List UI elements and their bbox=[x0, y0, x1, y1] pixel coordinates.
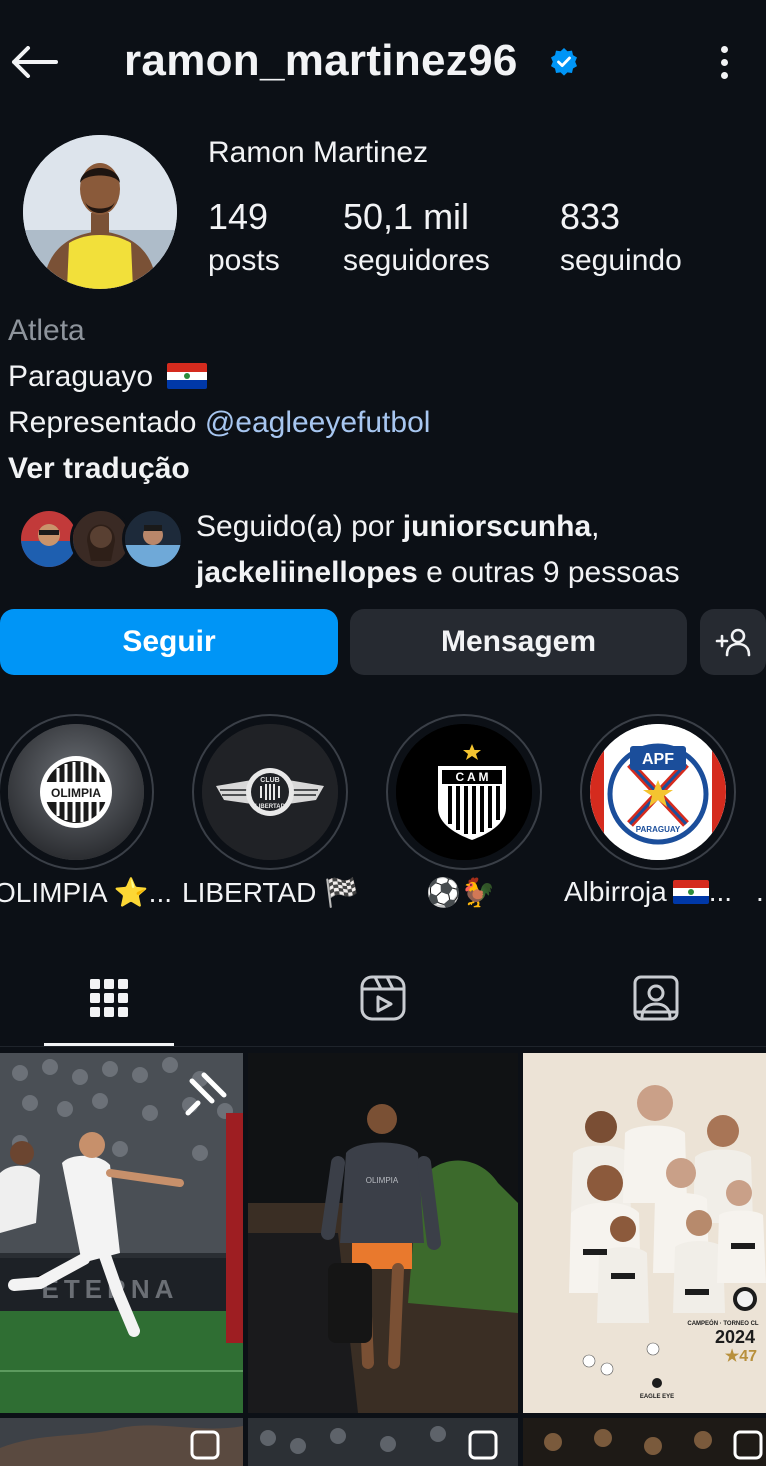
highlight-label: LIBERTAD 🏁 bbox=[182, 877, 359, 908]
message-button[interactable]: Mensagem bbox=[350, 609, 687, 675]
post-image bbox=[248, 1418, 518, 1466]
grid-icon bbox=[90, 979, 128, 1017]
libertad-logo: CLUB LIBERTAD bbox=[202, 724, 338, 860]
followed-by-suffix: e outras 9 pessoas bbox=[417, 556, 680, 589]
verified-badge-icon bbox=[551, 48, 577, 76]
tagged-person-icon bbox=[633, 975, 679, 1021]
top-bar: ramon_martinez96 bbox=[0, 20, 766, 104]
highlight-libertad[interactable]: CLUB LIBERTAD bbox=[192, 714, 348, 870]
highlight-label-clipped: ... bbox=[756, 876, 766, 908]
highlight-label-albirroja: Albirroja ... bbox=[564, 876, 732, 908]
post-shirt-text: OLIMPIA bbox=[366, 1176, 399, 1185]
profile-page: ramon_martinez96 Ramon Martinez 149 post… bbox=[0, 0, 766, 1466]
mutual-user-2: jackeliinellopes bbox=[196, 556, 418, 589]
highlight-label: ... bbox=[756, 876, 766, 907]
bio-mention-link[interactable]: @eagleeyefutbol bbox=[205, 406, 431, 439]
highlight-label: ⚽🐓 bbox=[426, 877, 496, 908]
separator: , bbox=[591, 510, 600, 543]
post-caption-top: CAMPEÓN · TORNEO CL bbox=[687, 1319, 759, 1327]
apf-logo-bottom: PARAGUAY bbox=[636, 825, 681, 834]
back-button[interactable] bbox=[6, 38, 62, 86]
post-stars: ★47 bbox=[725, 1348, 757, 1365]
bio-origin: Paraguayo bbox=[8, 360, 154, 393]
tab-reels[interactable] bbox=[319, 968, 447, 1028]
post-tile[interactable]: CAMPEÓN · TORNEO CL 2024 ★47 EAGLE EYE bbox=[523, 1053, 766, 1413]
highlight-cover: C A M bbox=[396, 724, 532, 860]
followed-by-prefix: Seguido(a) por bbox=[196, 510, 403, 543]
highlight-label: OLIMPIA ⭐... bbox=[0, 877, 173, 908]
stat-label: seguindo bbox=[560, 244, 682, 277]
stat-label: seguidores bbox=[343, 244, 490, 277]
post-image: ETERNA bbox=[0, 1053, 243, 1413]
apf-logo: APF PARAGUAY bbox=[590, 724, 726, 860]
stat-value: 50,1 mil bbox=[343, 196, 470, 237]
add-person-icon bbox=[715, 628, 751, 657]
post-tile[interactable]: ETERNA bbox=[0, 1053, 243, 1413]
reels-icon bbox=[360, 975, 406, 1021]
post-tile[interactable] bbox=[523, 1418, 766, 1466]
more-options-button[interactable] bbox=[704, 40, 744, 84]
post-tile[interactable] bbox=[248, 1418, 518, 1466]
highlight-albirroja[interactable]: APF PARAGUAY bbox=[580, 714, 736, 870]
highlight-cover: OLIMPIA bbox=[8, 724, 144, 860]
tabs-divider bbox=[0, 1046, 766, 1047]
paraguay-flag-icon bbox=[167, 363, 208, 389]
display-name: Ramon Martinez bbox=[208, 136, 429, 169]
stat-value: 833 bbox=[560, 196, 621, 237]
mutual-user-1: juniorscunha bbox=[402, 510, 592, 543]
post-image bbox=[0, 1418, 243, 1466]
post-year: 2024 bbox=[715, 1327, 755, 1347]
apf-logo-text: APF bbox=[642, 751, 674, 768]
post-tile[interactable]: OLIMPIA bbox=[248, 1053, 518, 1413]
avatar-image bbox=[23, 135, 177, 289]
highlight-atletico[interactable]: C A M bbox=[386, 714, 542, 870]
mutual-followers-avatars[interactable] bbox=[18, 508, 184, 572]
highlight-label: Albirroja bbox=[564, 876, 667, 907]
stat-value: 149 bbox=[208, 196, 269, 237]
bio-origin-line: Paraguayo bbox=[8, 360, 208, 394]
tab-tagged[interactable] bbox=[592, 968, 720, 1028]
follow-button[interactable]: Seguir bbox=[0, 609, 338, 675]
paraguay-flag-icon bbox=[672, 880, 709, 904]
mutual-follower-avatar bbox=[122, 508, 184, 570]
profile-username: ramon_martinez96 bbox=[124, 36, 518, 85]
highlight-cover: APF PARAGUAY bbox=[590, 724, 726, 860]
post-brand: EAGLE EYE bbox=[640, 1394, 674, 1400]
libertad-logo-bottom: LIBERTAD bbox=[255, 804, 286, 810]
olimpia-logo: OLIMPIA bbox=[8, 724, 144, 860]
bio-represented-prefix: Representado bbox=[8, 406, 197, 439]
olimpia-logo-text: OLIMPIA bbox=[51, 786, 101, 800]
arrow-left-icon bbox=[12, 46, 58, 78]
stat-followers[interactable]: 50,1 mil seguidores bbox=[343, 196, 490, 278]
profile-avatar[interactable] bbox=[23, 135, 177, 289]
dot bbox=[720, 71, 728, 79]
cam-logo: C A M bbox=[396, 724, 532, 860]
suggested-users-button[interactable] bbox=[700, 609, 766, 675]
see-translation-link[interactable]: Ver tradução bbox=[8, 452, 190, 486]
stat-label: posts bbox=[208, 244, 280, 277]
post-image: OLIMPIA bbox=[248, 1053, 518, 1413]
tab-posts-grid[interactable] bbox=[45, 968, 173, 1028]
stat-following[interactable]: 833 seguindo bbox=[560, 196, 682, 278]
dot bbox=[720, 58, 728, 66]
ellipsis: ... bbox=[708, 876, 733, 907]
stat-posts[interactable]: 149 posts bbox=[208, 196, 280, 278]
cam-logo-text: C A M bbox=[455, 770, 488, 784]
bio-represented-line: Representado @eagleeyefutbol bbox=[8, 406, 430, 440]
post-image: CAMPEÓN · TORNEO CL 2024 ★47 EAGLE EYE bbox=[523, 1053, 766, 1413]
dot bbox=[720, 45, 728, 53]
followed-by-text[interactable]: Seguido(a) por juniorscunha, jackeliinell… bbox=[196, 504, 756, 596]
highlight-cover: CLUB LIBERTAD bbox=[202, 724, 338, 860]
libertad-logo-top: CLUB bbox=[260, 777, 279, 784]
post-tile[interactable] bbox=[0, 1418, 243, 1466]
bio-category: Atleta bbox=[8, 314, 85, 347]
post-image bbox=[523, 1418, 766, 1466]
highlight-olimpia[interactable]: OLIMPIA bbox=[0, 714, 154, 870]
